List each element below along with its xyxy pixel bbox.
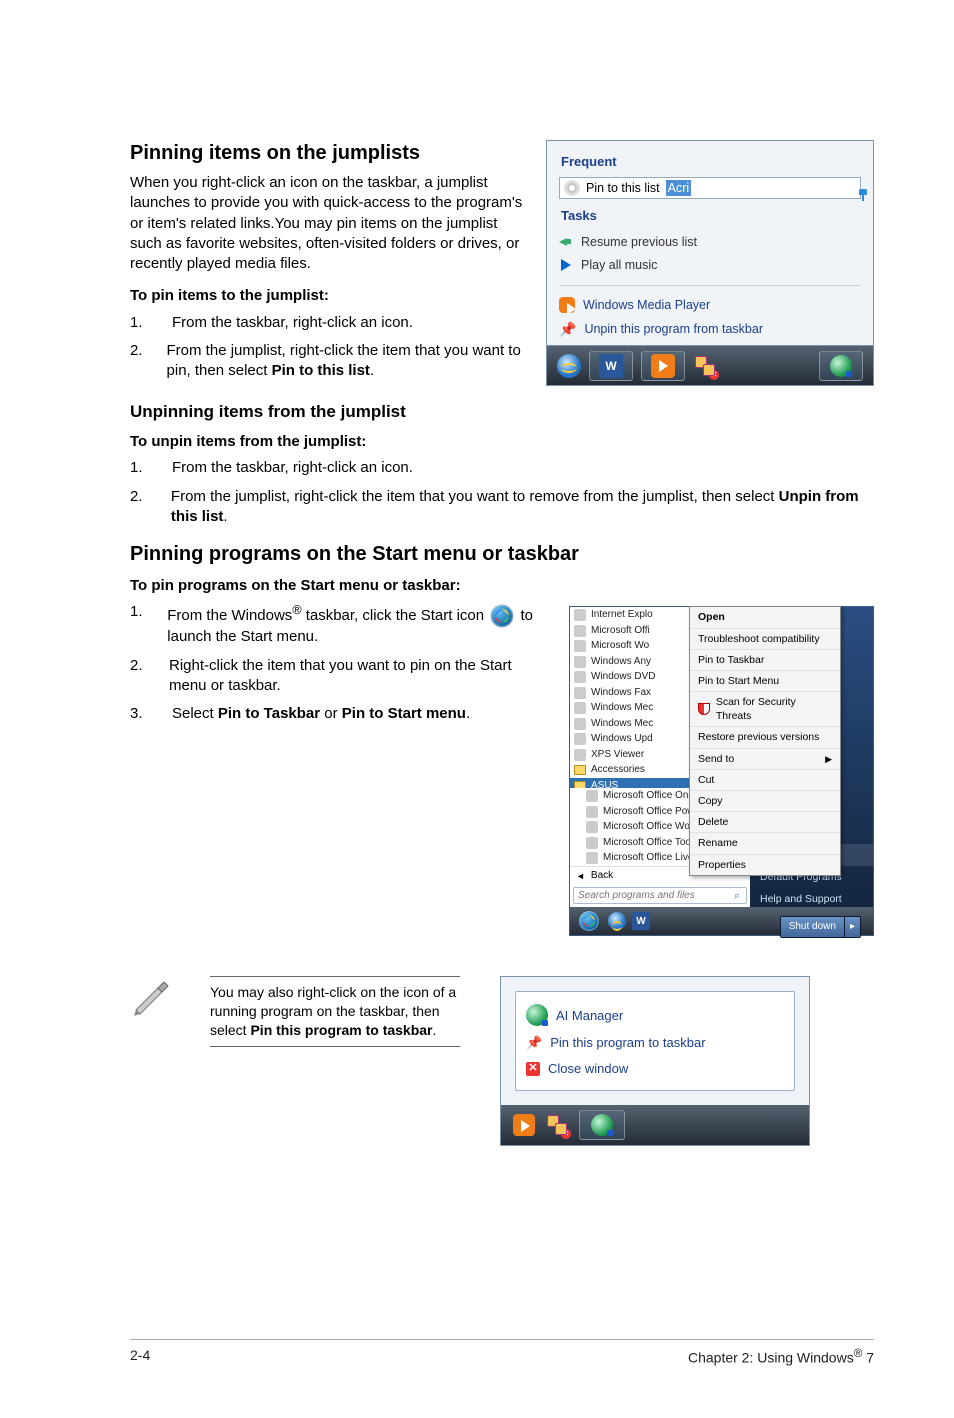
ie-taskbar-icon[interactable] — [608, 912, 626, 930]
taskbar: W ✕ — [547, 345, 873, 385]
ai-taskbar-button[interactable] — [579, 1110, 625, 1140]
program-icon — [574, 718, 586, 730]
start-step-2: Right-click the item that you want to pi… — [169, 656, 551, 697]
program-icon — [586, 790, 598, 802]
ai-manager-icon — [591, 1114, 613, 1136]
jumplist-frequent-label: Frequent — [561, 153, 861, 171]
context-menu-item[interactable]: Delete — [690, 812, 840, 833]
wmp-icon — [651, 354, 675, 378]
tip-text: You may also right-click on the icon of … — [210, 976, 460, 1047]
shutdown-dropdown[interactable]: ▸ — [844, 917, 860, 937]
program-icon — [574, 702, 586, 714]
context-menu-item[interactable]: Send to▶ — [690, 749, 840, 770]
play-icon — [559, 258, 573, 272]
program-icon — [586, 837, 598, 849]
search-icon: ⌕ — [728, 888, 746, 903]
howto-unpin-heading: To unpin items from the jumplist: — [130, 432, 874, 452]
jumplist-figure: Frequent Pin to this list Acri Tasks Res… — [546, 140, 874, 386]
pin-step-2: From the jumplist, right-click the item … — [167, 341, 528, 382]
wmp-entry[interactable]: Windows Media Player — [559, 294, 861, 317]
pin-to-taskbar-entry[interactable]: 📌 Pin this program to taskbar — [526, 1030, 784, 1056]
resume-previous-list[interactable]: Resume previous list — [559, 231, 861, 254]
folder-icon — [574, 781, 586, 789]
pin-start-steps: 1. From the Windows® taskbar, click the … — [130, 602, 551, 724]
word-icon: W — [599, 354, 623, 378]
play-all-music[interactable]: Play all music — [559, 254, 861, 277]
heading-pin-jumplist: Pinning items on the jumplists — [130, 140, 528, 167]
word-taskbar-button[interactable]: W — [589, 351, 633, 381]
ie-taskbar-icon[interactable] — [557, 354, 581, 378]
page-footer: 2-4 Chapter 2: Using Windows® 7 — [130, 1339, 874, 1368]
close-icon: ✕ — [526, 1062, 540, 1076]
start-button[interactable] — [579, 911, 599, 931]
context-menu-item[interactable]: Pin to Taskbar — [690, 650, 840, 671]
heading-unpin: Unpinning items from the jumplist — [130, 401, 874, 424]
shield-icon — [698, 703, 710, 715]
jumplist-pin-entry[interactable]: Pin to this list Acri — [559, 177, 861, 200]
pin-step-1: From the taskbar, right-click an icon. — [172, 313, 413, 333]
context-menu-item[interactable]: Scan for Security Threats — [690, 692, 840, 727]
ai-taskbar-button[interactable] — [819, 351, 863, 381]
wmp-icon — [559, 297, 575, 313]
howto-pin-heading: To pin items to the jumplist: — [130, 286, 528, 306]
submenu-arrow-icon: ▶ — [825, 753, 832, 765]
program-icon — [586, 852, 598, 864]
folder-icon — [574, 765, 586, 775]
network-taskbar-icon[interactable]: ✕ — [693, 354, 717, 378]
start-step-3: Select Pin to Taskbar or Pin to Start me… — [172, 704, 470, 724]
chapter-label: Chapter 2: Using Windows® 7 — [688, 1346, 874, 1368]
jumplist-tasks-label: Tasks — [561, 207, 861, 225]
program-icon — [586, 821, 598, 833]
wmp-taskbar-button[interactable] — [641, 351, 685, 381]
program-icon — [574, 687, 586, 699]
word-taskbar-icon[interactable]: W — [632, 912, 650, 930]
context-menu-item[interactable]: Open — [690, 607, 840, 628]
start-orb-icon — [491, 605, 513, 627]
context-menu-item[interactable]: Restore previous versions — [690, 727, 840, 748]
shutdown-button[interactable]: Shut down▸ — [780, 916, 861, 938]
context-menu-item[interactable]: Properties — [690, 855, 840, 875]
program-icon — [574, 749, 586, 761]
context-menu-item[interactable]: Troubleshoot compatibility — [690, 629, 840, 650]
howto-pin-start-heading: To pin programs on the Start menu or tas… — [130, 576, 874, 596]
start-step-1: From the Windows® taskbar, click the Sta… — [167, 602, 551, 647]
heading-pin-start: Pinning programs on the Start menu or ta… — [130, 541, 874, 568]
pin-icon: 📌 — [526, 1034, 542, 1052]
unpin-steps: 1.From the taskbar, right-click an icon.… — [130, 458, 874, 527]
context-menu-item[interactable]: Pin to Start Menu — [690, 671, 840, 692]
unpin-step-1: From the taskbar, right-click an icon. — [172, 458, 413, 478]
program-icon — [586, 806, 598, 818]
right-pane-help[interactable]: Help and Support — [750, 888, 873, 910]
wmp-taskbar-icon[interactable] — [513, 1114, 535, 1136]
pen-note-icon — [130, 976, 170, 1022]
unpin-icon: 📌 — [559, 320, 576, 339]
program-icon — [574, 733, 586, 745]
running-program-jumplist: AI Manager 📌 Pin this program to taskbar… — [500, 976, 810, 1145]
cd-icon — [564, 180, 580, 196]
program-icon — [574, 625, 586, 637]
ai-manager-icon — [526, 1004, 548, 1026]
ai-manager-icon — [830, 355, 852, 377]
context-menu-item[interactable]: Copy — [690, 791, 840, 812]
unpin-from-taskbar[interactable]: 📌 Unpin this program from taskbar — [559, 317, 861, 342]
divider — [559, 285, 861, 286]
network-taskbar-icon[interactable]: ✕ — [545, 1113, 569, 1137]
program-icon — [574, 640, 586, 652]
page-number: 2-4 — [130, 1346, 150, 1368]
context-menu-item[interactable]: Cut — [690, 770, 840, 791]
program-icon — [574, 609, 586, 621]
taskbar: ✕ — [501, 1105, 809, 1145]
program-icon — [574, 656, 586, 668]
start-menu-search[interactable]: ⌕ — [573, 887, 747, 904]
context-menu: OpenTroubleshoot compatibilityPin to Tas… — [689, 606, 841, 875]
program-icon — [574, 671, 586, 683]
pin-steps: 1.From the taskbar, right-click an icon.… — [130, 313, 528, 382]
intro-text: When you right-click an icon on the task… — [130, 173, 528, 274]
unpin-step-2: From the jumplist, right-click the item … — [171, 487, 874, 528]
ai-manager-entry[interactable]: AI Manager — [526, 1000, 784, 1030]
back-arrow-icon — [559, 235, 573, 249]
context-menu-item[interactable]: Rename — [690, 833, 840, 854]
search-input[interactable] — [574, 888, 728, 903]
close-window-entry[interactable]: ✕ Close window — [526, 1056, 784, 1082]
